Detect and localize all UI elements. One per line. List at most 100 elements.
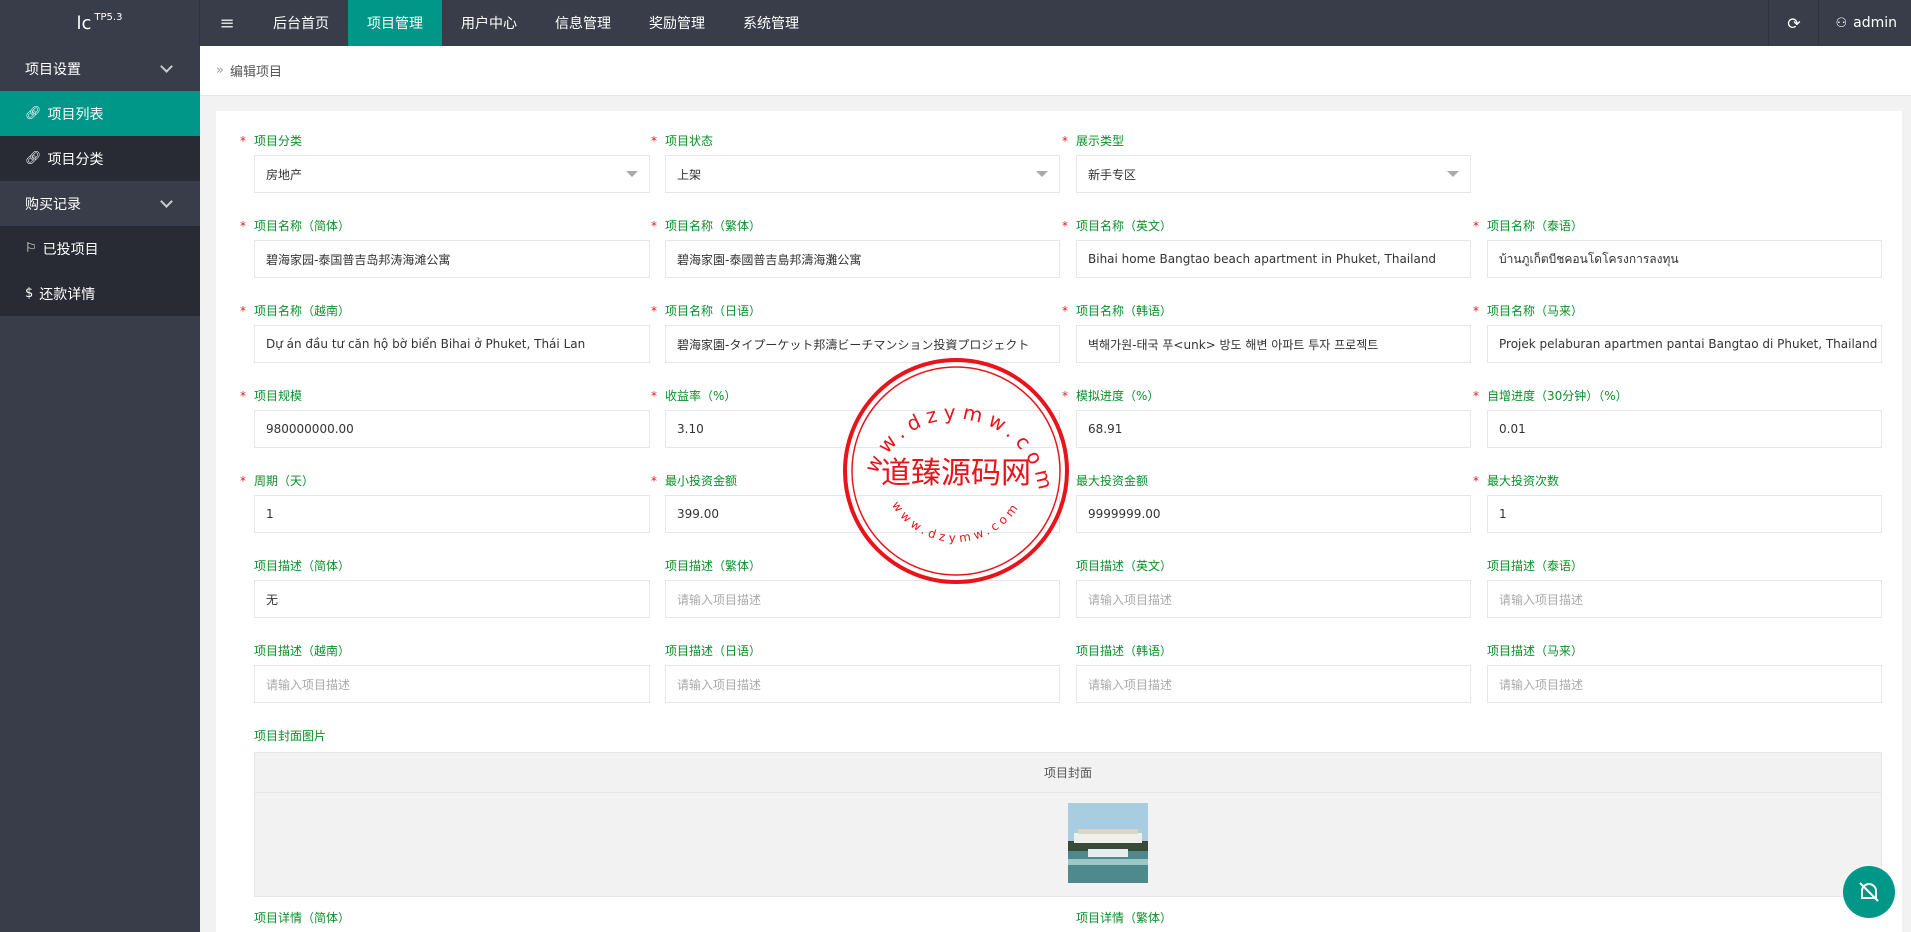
top-right: ⟳ ⚇ admin [1768,0,1911,46]
desc-th-field: 项目描述（泰语） 请输入项目描述 [1487,559,1882,618]
desc-vi-input[interactable]: 请输入项目描述 [254,665,650,703]
desc-ms-input[interactable]: 请输入项目描述 [1487,665,1882,703]
name-th-input[interactable]: บ้านภูเก็ตบีชคอนโดโครงการลงทุน [1487,240,1882,278]
period-field: * 周期（天） 1 [240,474,650,533]
status-select[interactable]: 上架 [665,155,1060,193]
caret-down-icon [1036,171,1048,177]
detail-cn-field: 项目详情（简体） [254,911,654,925]
scale-field: * 项目规模 980000000.00 [240,389,650,448]
nav-reward[interactable]: 奖励管理 [630,0,724,46]
nav-project[interactable]: 项目管理 [348,0,442,46]
desc-ja-input[interactable]: 请输入项目描述 [665,665,1060,703]
nav-user-center[interactable]: 用户中心 [442,0,536,46]
link-icon: 🔗︎ [25,106,42,121]
required-mark: * [651,304,657,318]
display-type-select[interactable]: 新手专区 [1076,155,1471,193]
required-mark: * [240,389,246,403]
name-ms-input[interactable]: Projek pelaburan apartmen pantai Bangtao… [1487,325,1882,363]
nav-info[interactable]: 信息管理 [536,0,630,46]
sidebar-group-purchase-records[interactable]: 购买记录 [0,181,200,226]
status-field: * 项目状态 上架 [651,134,1060,193]
desc-en-input[interactable]: 请输入项目描述 [1076,580,1471,618]
field-label: 项目名称（马来） [1487,304,1584,318]
dollar-icon: $ [25,286,34,301]
nav-system[interactable]: 系统管理 [724,0,818,46]
field-label: 周期（天） [254,474,315,488]
required-mark: * [240,304,246,318]
progress-input[interactable]: 68.91 [1076,410,1471,448]
refresh-icon[interactable]: ⟳ [1768,0,1818,46]
auto-progress-input[interactable]: 0.01 [1487,410,1882,448]
max-times-field: * 最大投资次数 1 [1473,474,1882,533]
field-label: 项目封面图片 [254,729,327,743]
required-mark: * [240,474,246,488]
desc-cn-field: 项目描述（简体） 无 [254,559,650,618]
max-invest-field: 最大投资金额 9999999.00 [1076,474,1471,533]
flag-icon: ⚐ [25,241,37,256]
sidebar-group-label: 购买记录 [25,196,81,213]
name-th-field: * 项目名称（泰语） บ้านภูเก็ตบีชคอนโดโครงการลงทุน [1473,219,1882,278]
name-cn-input[interactable]: 碧海家园-泰国普吉岛邦涛海滩公寓 [254,240,650,278]
select-value: 上架 [677,167,702,182]
cover-thumbnail[interactable] [1068,803,1148,883]
category-select[interactable]: 房地产 [254,155,650,193]
field-label: 最大投资次数 [1487,474,1560,488]
max-times-input[interactable]: 1 [1487,495,1882,533]
sidebar-item-repayment[interactable]: $ 还款详情 [0,271,200,316]
max-invest-input[interactable]: 9999999.00 [1076,495,1471,533]
period-input[interactable]: 1 [254,495,650,533]
bell-off-icon [1859,882,1879,902]
desc-th-input[interactable]: 请输入项目描述 [1487,580,1882,618]
field-label: 项目详情（简体） [254,911,351,925]
app-logo[interactable]: lc TP5.3 [0,0,200,46]
field-label: 项目描述（韩语） [1076,644,1173,658]
field-label: 项目名称（韩语） [1076,304,1173,318]
sidebar-item-project-list[interactable]: 🔗︎ 项目列表 [0,91,200,136]
name-en-input[interactable]: Bihai home Bangtao beach apartment in Ph… [1076,240,1471,278]
field-label: 项目名称（简体） [254,219,351,233]
field-label: 项目详情（繁体） [1076,911,1173,925]
field-label: 最大投资金额 [1076,474,1149,488]
sidebar-item-project-category[interactable]: 🔗︎ 项目分类 [0,136,200,181]
field-label: 模拟进度（%） [1076,389,1160,403]
field-label: 项目规模 [254,389,303,403]
field-label: 收益率（%） [665,389,737,403]
link-icon: 🔗︎ [25,151,42,166]
select-value: 房地产 [266,167,303,182]
progress-field: * 模拟进度（%） 68.91 [1062,389,1471,448]
sidebar-group-project-settings[interactable]: 项目设置 [0,46,200,91]
floating-action-button[interactable] [1843,866,1895,918]
field-label: 项目分类 [254,134,303,148]
select-value: 新手专区 [1088,167,1137,182]
menu-toggle-icon[interactable]: ≡ [200,0,254,46]
name-tw-field: * 项目名称（繁体） 碧海家園-泰國普吉島邦濤海灘公寓 [651,219,1060,278]
auto-progress-field: * 自增进度（30分钟）（%） 0.01 [1473,389,1882,448]
user-name: admin [1853,15,1897,31]
name-vi-field: * 项目名称（越南） Dự án đầu tư căn hộ bờ biển Bi… [240,304,650,363]
breadcrumb: » 编辑项目 [200,46,1911,96]
chevron-down-icon [160,195,173,208]
scale-input[interactable]: 980000000.00 [254,410,650,448]
required-mark: * [1473,474,1479,488]
sidebar-item-label: 项目分类 [47,151,104,168]
nav-home[interactable]: 后台首页 [254,0,348,46]
double-chevron-icon: » [216,63,224,78]
name-tw-input[interactable]: 碧海家園-泰國普吉島邦濤海灘公寓 [665,240,1060,278]
desc-cn-input[interactable]: 无 [254,580,650,618]
field-label: 项目描述（泰语） [1487,559,1584,573]
desc-vi-field: 项目描述（越南） 请输入项目描述 [254,644,650,703]
required-mark: * [1473,304,1479,318]
required-mark: * [240,219,246,233]
field-label: 自增进度（30分钟）（%） [1487,389,1628,403]
required-mark: * [1062,304,1068,318]
field-label: 项目名称（越南） [254,304,351,318]
sidebar-item-invested[interactable]: ⚐ 已投项目 [0,226,200,271]
name-cn-field: * 项目名称（简体） 碧海家园-泰国普吉岛邦涛海滩公寓 [240,219,650,278]
name-ko-input[interactable]: 벽해가원-태국 푸<unk> 방도 해변 아파트 투자 프로젝트 [1076,325,1471,363]
field-label: 项目描述（越南） [254,644,351,658]
name-vi-input[interactable]: Dự án đầu tư căn hộ bờ biển Bihai ở Phuk… [254,325,650,363]
user-menu[interactable]: ⚇ admin [1818,0,1911,46]
required-mark: * [1062,134,1068,148]
cover-upload[interactable]: 项目封面 [254,752,1882,897]
desc-ko-input[interactable]: 请输入项目描述 [1076,665,1471,703]
